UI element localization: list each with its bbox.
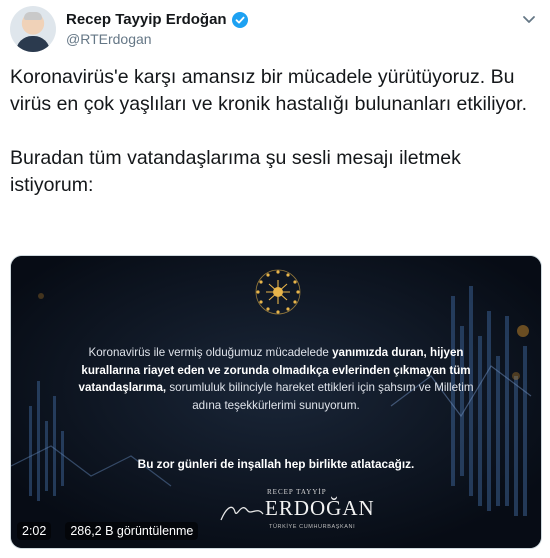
video-overlay: 2:02 286,2 B görüntülenme: [17, 522, 199, 540]
video-duration: 2:02: [17, 522, 52, 540]
signature-title: TÜRKİYE CUMHURBAŞKANI: [269, 524, 356, 530]
message-part-3: sorumluluk bilinciyle hareket ettikleri …: [166, 381, 474, 412]
signature: RECEP TAYYİP ERDOĞAN TÜRKİYE CUMHURBAŞKA…: [217, 488, 374, 538]
video-player[interactable]: Koronavirüs ile vermiş olduğumuz mücadel…: [10, 255, 542, 549]
signature-scribble-icon: [220, 506, 264, 521]
video-message: Koronavirüs ile vermiş olduğumuz mücadel…: [73, 344, 479, 414]
avatar-hair: [24, 12, 42, 20]
tweet-paragraph-1: Koronavirüs'e karşı amansız bir mücadele…: [10, 66, 527, 115]
signature-last-name: ERDOĞAN: [265, 496, 375, 520]
tweet-text: Koronavirüs'e karşı amansız bir mücadele…: [10, 64, 535, 226]
tweet-header: Recep Tayyip Erdoğan @RTErdogan: [10, 6, 540, 54]
chevron-down-icon[interactable]: [520, 10, 538, 28]
avatar[interactable]: [10, 6, 56, 52]
author-name-line: Recep Tayyip Erdoğan: [66, 11, 248, 28]
tweet-paragraph-2: Buradan tüm vatandaşlarıma şu sesli mesa…: [10, 147, 461, 196]
message-part-1: Koronavirüs ile vermiş olduğumuz mücadel…: [88, 346, 333, 359]
avatar-body: [16, 36, 50, 52]
video-views: 286,2 B görüntülenme: [65, 522, 199, 540]
author-name[interactable]: Recep Tayyip Erdoğan: [66, 11, 227, 28]
signature-first-name: RECEP TAYYİP: [267, 488, 327, 496]
video-closing-message: Bu zor günleri de inşallah hep birlikte …: [137, 457, 415, 471]
verified-badge-icon: [231, 11, 248, 28]
author-handle[interactable]: @RTErdogan: [66, 31, 152, 47]
